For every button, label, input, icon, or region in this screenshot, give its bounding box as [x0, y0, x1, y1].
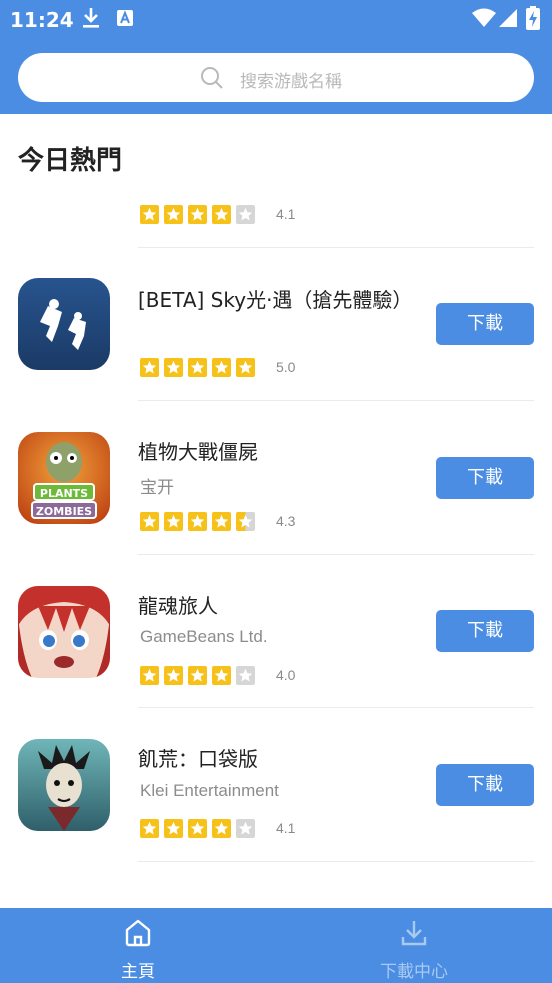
- section-title: 今日熱門: [18, 146, 123, 176]
- star-icon: [164, 358, 183, 377]
- signal-icon: [499, 9, 517, 27]
- top-bar: 11:24 搜索游戲名稱: [0, 0, 552, 114]
- nav-item-download-center[interactable]: 下載中心: [344, 908, 484, 983]
- star-icon: [236, 512, 255, 531]
- search-input[interactable]: 搜索游戲名稱: [18, 53, 534, 102]
- app-name: [BETA] Sky光·遇（搶先體驗）: [138, 288, 413, 312]
- star-icon: [236, 205, 255, 224]
- download-button[interactable]: 下載: [436, 457, 534, 499]
- star-icon: [164, 666, 183, 685]
- svg-text:PLANTS: PLANTS: [40, 487, 88, 500]
- download-button[interactable]: 下載: [436, 610, 534, 652]
- star-icon: [188, 512, 207, 531]
- app-name: 植物大戰僵屍: [138, 440, 258, 464]
- bottom-nav: 主頁 下載中心: [0, 908, 552, 983]
- rating-value: 5.0: [276, 359, 296, 375]
- dragon-soul-app-icon: [18, 586, 110, 678]
- rating-value: 4.1: [276, 820, 296, 836]
- home-icon: [125, 919, 151, 947]
- sky-app-icon: [18, 278, 110, 370]
- star-icon: [188, 666, 207, 685]
- wifi-icon: [472, 8, 496, 27]
- star-icon: [140, 205, 159, 224]
- star-icon: [140, 358, 159, 377]
- star-icon: [212, 205, 231, 224]
- battery-icon: [526, 6, 540, 30]
- app-developer: 宝开: [140, 478, 174, 497]
- rating-value: 4.3: [276, 513, 296, 529]
- download-button[interactable]: 下載: [436, 303, 534, 345]
- status-bar: 11:24: [0, 0, 552, 40]
- dont-starve-app-icon: [18, 739, 110, 831]
- star-icon: [188, 205, 207, 224]
- divider: [138, 400, 534, 401]
- star-icon: [164, 205, 183, 224]
- star-icon: [140, 666, 159, 685]
- nav-item-home[interactable]: 主頁: [68, 908, 208, 983]
- status-time: 11:24: [10, 8, 74, 32]
- nav-label-home: 主頁: [121, 962, 155, 982]
- star-icon: [140, 512, 159, 531]
- app-name: 飢荒：口袋版: [138, 747, 258, 771]
- star-icon: [236, 819, 255, 838]
- svg-text:ZOMBIES: ZOMBIES: [36, 505, 92, 518]
- star-icon: [188, 819, 207, 838]
- rating-value: 4.0: [276, 667, 296, 683]
- app-developer: Klei Entertainment: [140, 781, 279, 800]
- rating-value: 4.1: [276, 206, 296, 222]
- star-icon: [236, 666, 255, 685]
- star-icon: [164, 512, 183, 531]
- app-developer: GameBeans Ltd.: [140, 627, 268, 646]
- star-icon: [212, 358, 231, 377]
- star-icon: [212, 512, 231, 531]
- app-name: 龍魂旅人: [138, 594, 218, 618]
- star-icon: [140, 819, 159, 838]
- star-icon: [188, 358, 207, 377]
- download-icon: [83, 8, 99, 28]
- divider: [138, 247, 534, 248]
- nav-label-download-center: 下載中心: [380, 962, 448, 982]
- star-icon: [212, 666, 231, 685]
- divider: [138, 861, 534, 862]
- star-icon: [236, 358, 255, 377]
- download-center-icon: [401, 921, 427, 946]
- download-button[interactable]: 下載: [436, 764, 534, 806]
- search-icon: [201, 67, 223, 89]
- search-placeholder: 搜索游戲名稱: [240, 72, 342, 92]
- star-icon: [164, 819, 183, 838]
- a-notification-icon: [117, 10, 133, 26]
- divider: [138, 554, 534, 555]
- star-icon: [212, 819, 231, 838]
- plants-vs-zombies-app-icon: PLANTS ZOMBIES: [18, 432, 110, 524]
- divider: [138, 707, 534, 708]
